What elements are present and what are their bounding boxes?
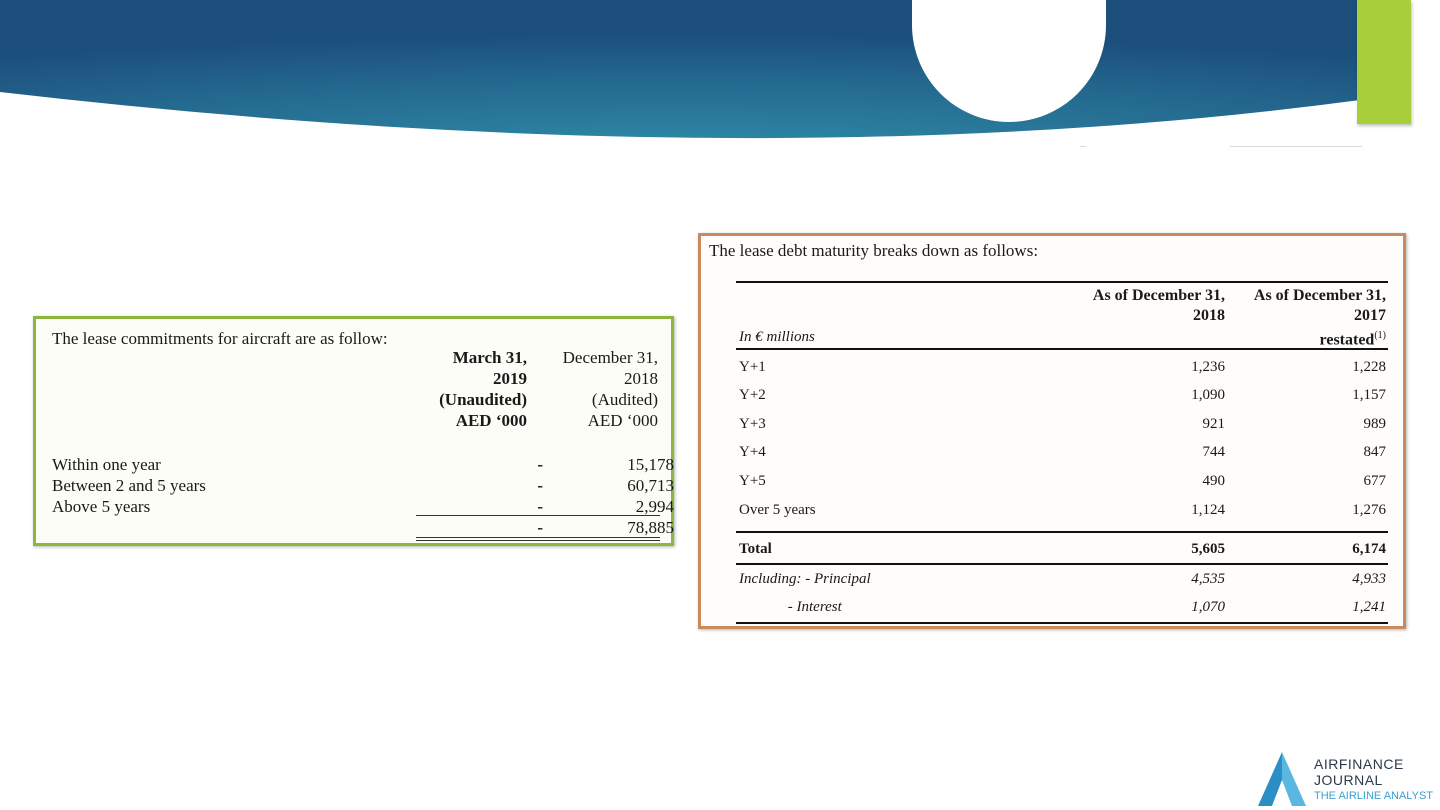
total-row: - 78,885: [52, 518, 674, 539]
table-row: Y+5 490 677: [739, 473, 1386, 493]
total-double-rule: [416, 537, 660, 538]
row-value-2018: 1,124: [1191, 502, 1225, 518]
row-label: Y+1: [739, 359, 766, 375]
table-row: Over 5 years 1,124 1,276: [739, 502, 1386, 522]
column-header-2017: As of December 31, 2017 restated(1): [1253, 287, 1386, 349]
divider-line: [1080, 146, 1086, 147]
lease-debt-maturity-table: The lease debt maturity breaks down as f…: [698, 233, 1406, 629]
row-label: Above 5 years: [52, 497, 151, 516]
row-value-2017: 1,241: [1352, 599, 1386, 615]
row-value-2018: 1,236: [1191, 359, 1225, 375]
row-value-2019: -: [537, 455, 543, 474]
row-value-2018: 744: [1202, 444, 1226, 460]
row-label: Including: - Principal: [739, 571, 871, 587]
table-row: Y+1 1,236 1,228: [739, 359, 1386, 379]
row-value-2018: 15,178: [627, 455, 674, 474]
row-label: Between 2 and 5 years: [52, 476, 206, 495]
aircraft-lease-commitments-table: The lease commitments for aircraft are a…: [33, 316, 674, 546]
row-value-2018: 1,070: [1191, 599, 1225, 615]
table-caption: The lease debt maturity breaks down as f…: [709, 241, 1039, 260]
row-value-2017: 4,933: [1352, 571, 1386, 587]
row-value-2017: 847: [1363, 444, 1387, 460]
divider-line: [1230, 146, 1362, 147]
footnote-marker: (1): [1374, 330, 1386, 341]
accent-bar: [1357, 0, 1411, 124]
subtotal-rule: [416, 515, 660, 516]
including-row: - Interest 1,070 1,241: [739, 599, 1386, 619]
table-row: Y+3 921 989: [739, 416, 1386, 436]
row-value-2019: -: [537, 476, 543, 495]
unit-label: In € millions: [739, 329, 815, 345]
header-rule: [736, 348, 1388, 350]
column-header-december-2018: December 31, 2018 (Audited) AED ‘000: [562, 348, 658, 430]
total-rule: [736, 563, 1388, 565]
row-value-2018: 2,994: [635, 497, 674, 516]
row-value-2017: 1,157: [1352, 387, 1386, 403]
logo-line-2: JOURNAL: [1314, 772, 1383, 788]
row-label: Total: [739, 541, 772, 557]
row-value-2017: 989: [1363, 416, 1387, 432]
including-row: Including: - Principal 4,535 4,933: [739, 571, 1386, 591]
table-row: Y+4 744 847: [739, 444, 1386, 464]
row-label: Y+4: [739, 444, 766, 460]
table-row: Between 2 and 5 years - 60,713: [52, 476, 674, 497]
total-row: Total 5,605 6,174: [739, 541, 1386, 561]
logo-line-3: THE AIRLINE ANALYST: [1314, 790, 1434, 802]
row-label: Within one year: [52, 455, 161, 474]
table-caption: The lease commitments for aircraft are a…: [52, 329, 388, 348]
total-rule: [736, 531, 1388, 533]
logo-line-1: AIRFINANCE: [1314, 756, 1404, 772]
bottom-rule: [736, 622, 1388, 624]
total-value-2019: -: [537, 518, 543, 537]
row-value-2017: 1,228: [1352, 359, 1386, 375]
row-label: Y+3: [739, 416, 766, 432]
table-row: Y+2 1,090 1,157: [739, 387, 1386, 407]
logo-mark-icon: [1258, 752, 1306, 806]
row-value-2017: 1,276: [1352, 502, 1386, 518]
row-value-2018: 1,090: [1191, 387, 1225, 403]
row-value-2018: 921: [1202, 416, 1226, 432]
total-value-2018: 78,885: [627, 518, 674, 537]
row-value-2019: -: [537, 497, 543, 516]
airfinance-journal-logo: AIRFINANCE JOURNAL THE AIRLINE ANALYST: [1254, 750, 1440, 810]
header-rule: [736, 281, 1388, 283]
row-label: Over 5 years: [739, 502, 816, 518]
row-label: - Interest: [739, 599, 842, 615]
table-row: Within one year - 15,178: [52, 455, 674, 476]
row-value-2018: 490: [1202, 473, 1226, 489]
header-banner: [0, 0, 1360, 139]
column-header-march-2019: March 31, 2019 (Unaudited) AED ‘000: [439, 348, 527, 430]
row-value-2017: 677: [1363, 473, 1387, 489]
total-value-2018: 5,605: [1191, 541, 1225, 557]
row-value-2018: 4,535: [1191, 571, 1225, 587]
row-value-2018: 60,713: [627, 476, 674, 495]
column-header-2018: As of December 31, 2018: [1092, 287, 1225, 324]
total-value-2017: 6,174: [1352, 541, 1386, 557]
row-label: Y+2: [739, 387, 766, 403]
row-label: Y+5: [739, 473, 766, 489]
total-double-rule: [416, 540, 660, 541]
